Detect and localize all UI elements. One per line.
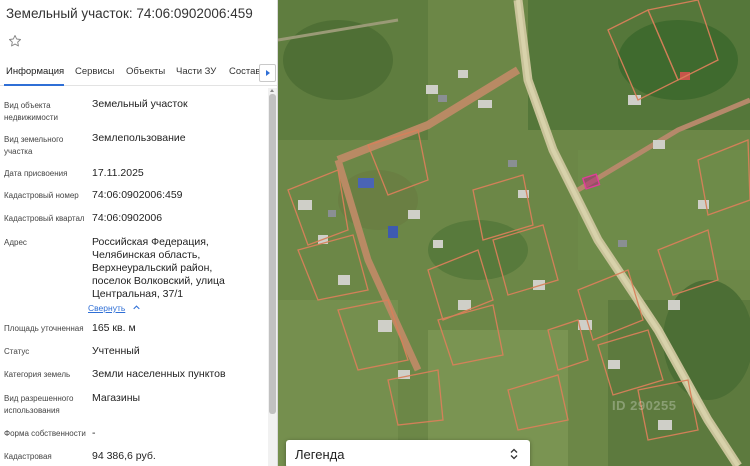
tab-information[interactable]: Информация <box>6 66 64 77</box>
tab-objects[interactable]: Объекты <box>126 66 165 77</box>
field-label: Вид земельного участка <box>4 135 64 156</box>
field-value: 94 386,6 руб. <box>92 450 156 462</box>
active-tab-indicator <box>4 84 64 86</box>
field-label: Вид объекта недвижимости <box>4 101 58 122</box>
satellite-map[interactable] <box>278 0 750 466</box>
field-label: Кадастровый номер <box>4 191 79 200</box>
legend-label: Легенда <box>295 447 345 462</box>
field-label: Категория земель <box>4 370 71 379</box>
field-value: Земли населенных пунктов <box>92 368 226 380</box>
expand-collapse-icon[interactable] <box>510 448 518 460</box>
map-imagery <box>278 0 750 466</box>
field-value: Магазины <box>92 392 141 404</box>
tab-composition[interactable]: Состав <box>229 66 260 77</box>
scrollbar-thumb[interactable] <box>269 94 276 414</box>
field-value: Землепользование <box>92 132 186 144</box>
field-label: Площадь уточненная <box>4 324 84 333</box>
field-label: Форма собственности <box>4 429 86 438</box>
tabs-scroll-right-button[interactable] <box>259 64 276 82</box>
field-value: Российская Федерация, Челябинская област… <box>92 236 225 300</box>
field-label: Кадастровая <box>4 452 52 461</box>
legend-dropdown[interactable]: Легенда <box>286 440 530 466</box>
map-watermark: ID 290255 <box>612 398 677 413</box>
field-label: Кадастровый квартал <box>4 214 85 223</box>
field-value: 165 кв. м <box>92 322 136 334</box>
field-value: 17.11.2025 <box>92 167 144 179</box>
field-value: Земельный участок <box>92 98 188 110</box>
collapse-address-link[interactable]: Свернуть <box>88 303 125 313</box>
field-label: Статус <box>4 347 30 356</box>
field-label: Вид разрешенного использования <box>4 394 74 415</box>
field-value[interactable]: 74:06:0902006 <box>92 212 262 225</box>
field-label: Адрес <box>4 238 27 247</box>
info-panel: Земельный участок: 74:06:0902006:459 Инф… <box>0 0 278 466</box>
field-label: Дата присвоения <box>4 169 68 178</box>
tab-bar: Информация Сервисы Объекты Части ЗУ Сост… <box>0 60 277 86</box>
scroll-up-arrow-icon[interactable] <box>270 89 274 92</box>
field-value: Учтенный <box>92 345 140 357</box>
page-title: Земельный участок: 74:06:0902006:459 <box>6 6 253 21</box>
chevron-up-icon[interactable] <box>133 305 140 310</box>
tab-parcel-parts[interactable]: Части ЗУ <box>176 66 216 77</box>
favorite-star-icon[interactable] <box>8 34 22 48</box>
field-value[interactable]: 74:06:0902006:459 <box>92 189 262 202</box>
field-value: - <box>92 427 96 439</box>
tab-services[interactable]: Сервисы <box>75 66 114 77</box>
